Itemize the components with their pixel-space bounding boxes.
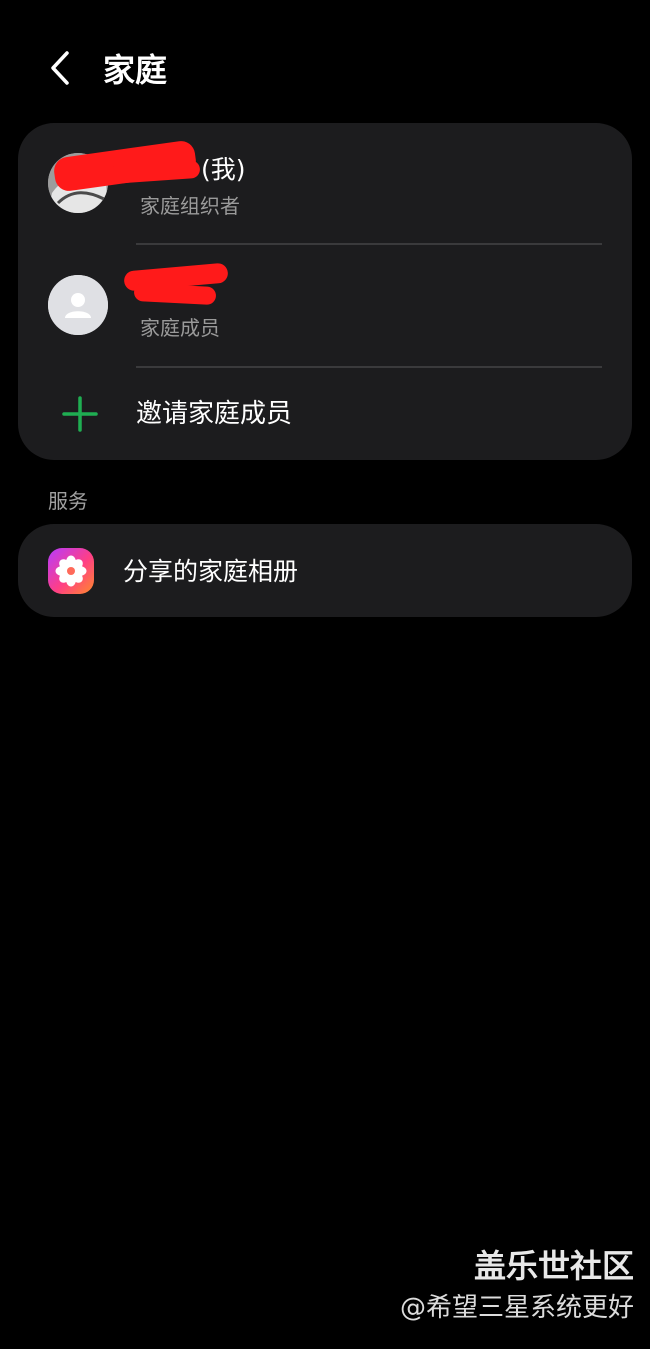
redacted-name [133,282,217,306]
app-header: 家庭 [0,40,650,100]
watermark-author: @希望三星系统更好 [399,1293,634,1323]
member-name-suffix: (我) [201,155,246,184]
plus-icon [62,396,98,432]
gallery-flower-icon [48,548,94,594]
services-card: 分享的家庭相册 [18,524,632,617]
service-label: 分享的家庭相册 [123,557,299,586]
invite-label: 邀请家庭成员 [136,399,293,429]
shared-family-album-item[interactable]: 分享的家庭相册 [18,524,632,617]
chevron-left-icon [51,51,69,85]
invite-member-button[interactable]: 邀请家庭成员 [18,368,632,460]
member-row[interactable]: 家庭成员 [18,245,632,366]
family-members-card: (我) 家庭组织者 家庭成员 邀请家庭成员 [18,123,632,460]
member-role: 家庭组织者 [140,194,240,218]
member-row-organizer[interactable]: (我) 家庭组织者 [18,123,632,244]
page-title: 家庭 [103,51,168,89]
section-title-services: 服务 [48,489,88,513]
default-person-avatar [48,275,108,335]
back-button[interactable] [40,48,80,88]
member-role: 家庭成员 [140,316,220,340]
watermark-title: 盖乐世社区 [473,1247,634,1285]
